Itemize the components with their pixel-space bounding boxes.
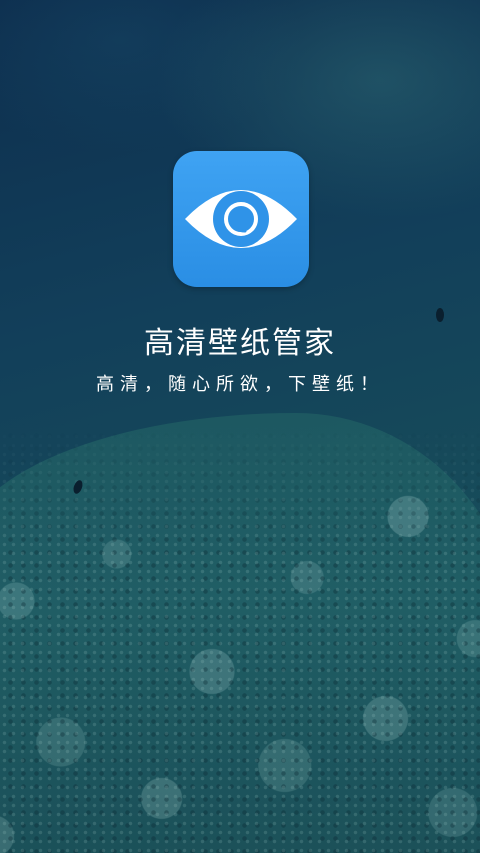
app-logo: [173, 151, 309, 287]
app-slogan: 高清，随心所欲，下壁纸！: [96, 374, 384, 395]
app-title: 高清壁纸管家: [144, 326, 336, 361]
eye-icon: [185, 190, 297, 248]
coral-texture: [0, 423, 480, 853]
splash-screen: 高清壁纸管家 高清，随心所欲，下壁纸！: [0, 0, 480, 853]
